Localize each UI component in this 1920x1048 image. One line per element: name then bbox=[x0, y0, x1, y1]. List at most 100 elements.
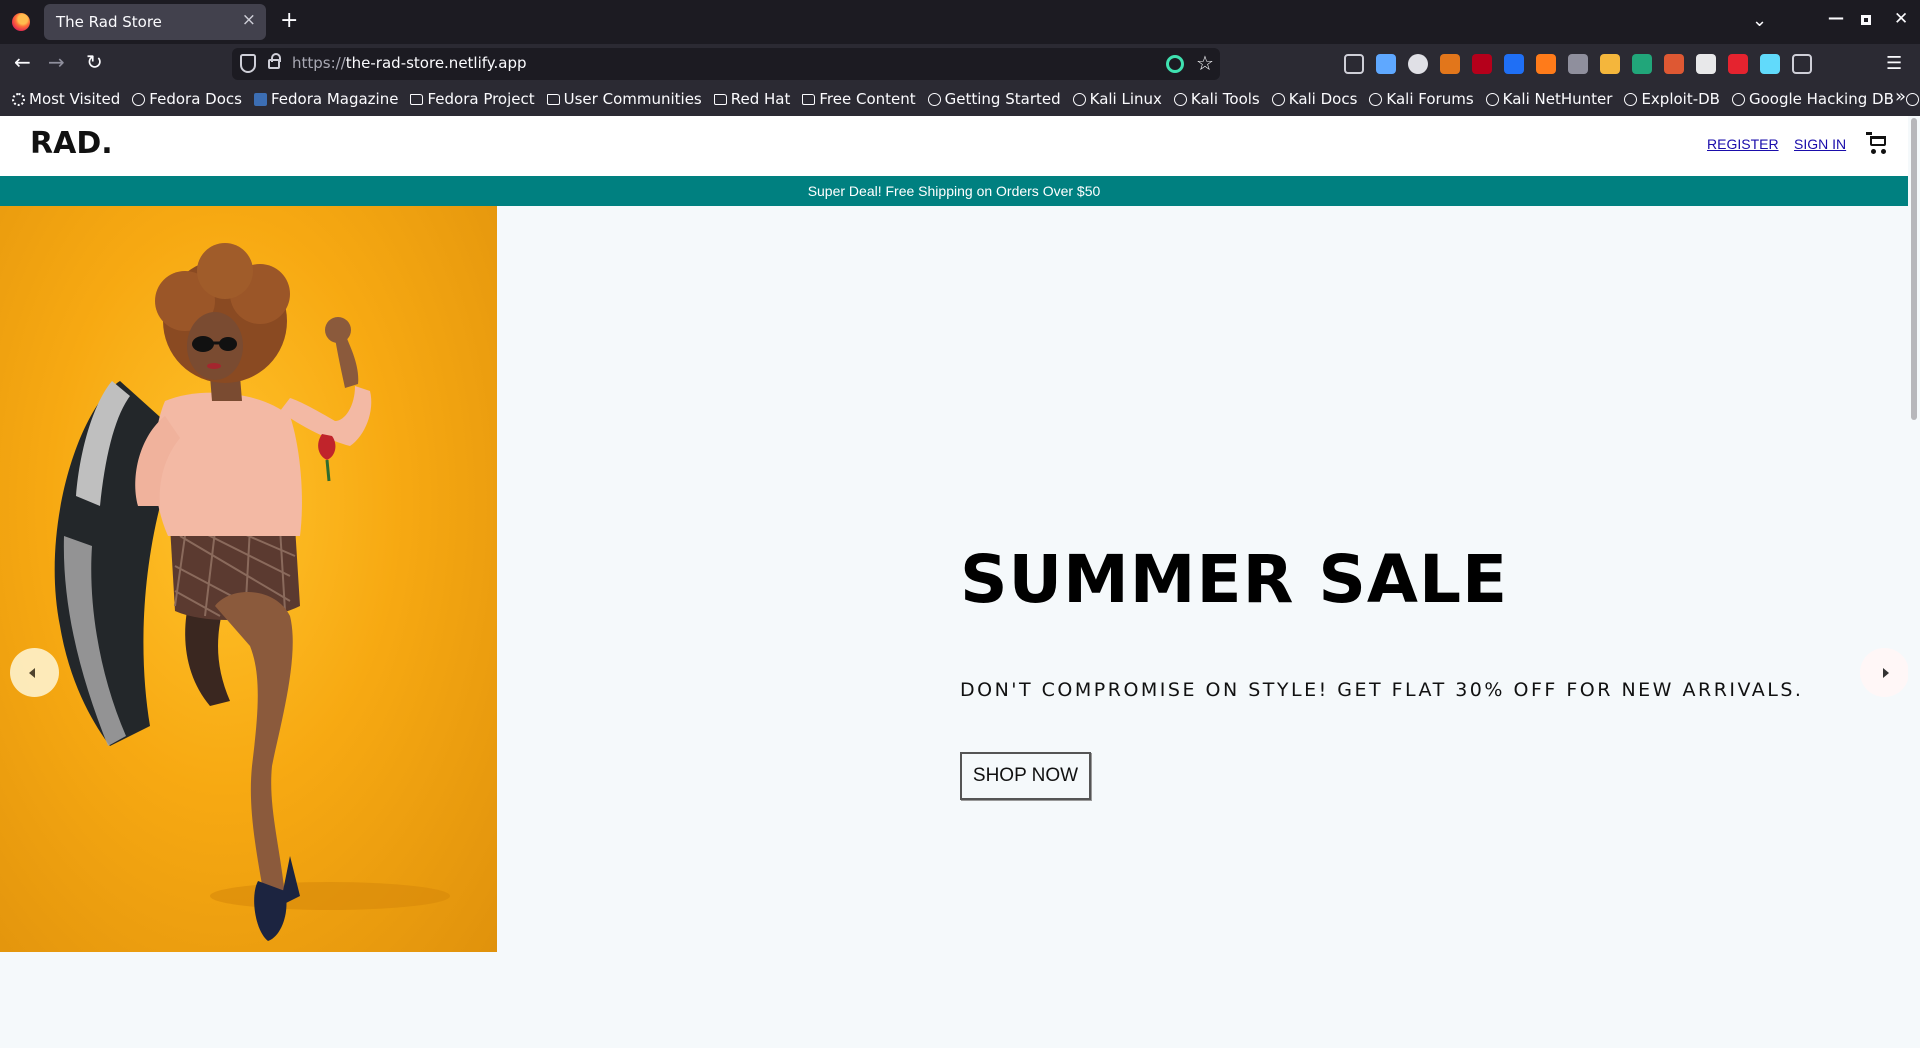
bookmark-item[interactable]: Free Content bbox=[802, 90, 916, 108]
register-link[interactable]: REGISTER bbox=[1707, 136, 1779, 152]
fox-extension-icon[interactable] bbox=[1536, 54, 1556, 74]
folder-icon bbox=[410, 93, 424, 105]
bookmark-label: Fedora Magazine bbox=[270, 90, 399, 108]
bookmark-label: User Communities bbox=[563, 90, 702, 108]
reload-icon[interactable]: ↻ bbox=[86, 52, 103, 72]
toolbar-extension-icons bbox=[1344, 54, 1812, 74]
globe-icon bbox=[1624, 92, 1638, 106]
red-extension-icon[interactable] bbox=[1728, 54, 1748, 74]
react-devtools-icon[interactable] bbox=[1760, 54, 1780, 74]
globe-icon bbox=[1271, 92, 1285, 106]
slide-model-image bbox=[0, 206, 497, 952]
bookmark-item[interactable]: Getting Started bbox=[927, 90, 1061, 108]
bookmark-item[interactable]: Fedora Docs bbox=[132, 90, 242, 108]
bookmark-item[interactable]: Exploit-DB bbox=[1624, 90, 1720, 108]
url-text[interactable]: https://the-rad-store.netlify.app bbox=[292, 54, 527, 72]
globe-icon bbox=[1485, 92, 1499, 106]
globe-icon bbox=[1072, 92, 1086, 106]
bookmark-item[interactable]: Kali NetHunter bbox=[1485, 90, 1613, 108]
cart-wheel bbox=[1871, 149, 1876, 154]
new-tab-button[interactable]: + bbox=[280, 8, 298, 33]
site-extension-icon[interactable] bbox=[1166, 55, 1184, 73]
bookmark-label: Google Hacking DB bbox=[1748, 90, 1894, 108]
browser-tab[interactable]: The Rad Store × bbox=[44, 4, 266, 40]
bookmark-label: Kali Tools bbox=[1190, 90, 1260, 108]
shopping-cart-icon[interactable] bbox=[1866, 132, 1888, 154]
page-scrollbar[interactable] bbox=[1908, 116, 1920, 1048]
ublock-icon[interactable] bbox=[1472, 54, 1492, 74]
globe-icon bbox=[927, 92, 941, 106]
slider-next-arrow-icon[interactable] bbox=[1860, 648, 1909, 697]
cart-body bbox=[1870, 136, 1886, 146]
cart-wheel bbox=[1881, 149, 1886, 154]
bookmark-item[interactable]: User Communities bbox=[546, 90, 702, 108]
tab-title: The Rad Store bbox=[56, 13, 162, 31]
pocket-icon[interactable] bbox=[1344, 54, 1364, 74]
forward-arrow-icon[interactable]: → bbox=[48, 52, 65, 72]
globe-icon bbox=[1905, 92, 1919, 106]
notes-extension-icon[interactable] bbox=[1600, 54, 1620, 74]
page-viewport: RAD. REGISTER SIGN IN Super Deal! Free S… bbox=[0, 116, 1920, 1048]
bookmark-label: Kali NetHunter bbox=[1502, 90, 1613, 108]
bookmark-item[interactable]: Kali Forums bbox=[1369, 90, 1474, 108]
scrollbar-thumb[interactable] bbox=[1911, 118, 1917, 420]
bookmarks-overflow-chevron-icon[interactable]: » bbox=[1895, 86, 1906, 107]
bookmark-label: Free Content bbox=[819, 90, 916, 108]
r-extension-icon[interactable] bbox=[1408, 54, 1428, 74]
duckduckgo-icon[interactable] bbox=[1664, 54, 1684, 74]
bookmark-star-icon[interactable]: ☆ bbox=[1196, 51, 1214, 75]
downloads-icon[interactable] bbox=[1376, 54, 1396, 74]
site-header: RAD. REGISTER SIGN IN bbox=[0, 116, 1908, 176]
sign-in-link[interactable]: SIGN IN bbox=[1794, 136, 1846, 152]
tab-close-icon[interactable]: × bbox=[242, 10, 256, 30]
bookmark-item[interactable]: OffSec bbox=[1905, 90, 1920, 108]
tab-list-chevron-icon[interactable]: ⌄ bbox=[1752, 10, 1767, 31]
gear-icon bbox=[12, 92, 25, 106]
bookmark-label: Kali Linux bbox=[1089, 90, 1162, 108]
window-maximize-button[interactable] bbox=[1861, 15, 1871, 25]
globe-icon bbox=[1369, 92, 1383, 106]
f-extension-icon[interactable] bbox=[1504, 54, 1524, 74]
bookmark-item[interactable]: Fedora Project bbox=[410, 90, 535, 108]
slider-prev-arrow-icon[interactable] bbox=[10, 648, 59, 697]
globe-icon bbox=[1173, 92, 1187, 106]
globe-icon bbox=[132, 92, 146, 106]
window-minimize-button[interactable]: — bbox=[1828, 8, 1844, 27]
bookmark-list: Most Visited Fedora Docs Fedora Magazine Fe… bbox=[12, 90, 1920, 108]
announcement-bar: Super Deal! Free Shipping on Orders Over… bbox=[0, 176, 1908, 206]
bookmark-item[interactable]: Most Visited bbox=[12, 90, 120, 108]
bookmark-item[interactable]: Fedora Magazine bbox=[253, 90, 399, 108]
globe-icon bbox=[1731, 92, 1745, 106]
slide-title: SUMMER SALE bbox=[960, 541, 1509, 618]
bookmark-label: Fedora Project bbox=[427, 90, 535, 108]
bookmark-item[interactable]: Google Hacking DB bbox=[1731, 90, 1894, 108]
bookmark-label: Getting Started bbox=[944, 90, 1061, 108]
bookmark-label: Red Hat bbox=[730, 90, 791, 108]
bookmark-label: Most Visited bbox=[29, 90, 121, 108]
hamburger-menu-icon[interactable]: ☰ bbox=[1886, 53, 1902, 74]
browser-navigation-bar: ← → ↻ https://the-rad-store.netlify.app … bbox=[0, 44, 1920, 84]
bookmark-label: Kali Forums bbox=[1386, 90, 1474, 108]
address-bar[interactable]: https://the-rad-store.netlify.app ☆ bbox=[232, 48, 1220, 80]
bookmark-item[interactable]: Red Hat bbox=[713, 90, 791, 108]
folder-icon bbox=[713, 93, 727, 105]
window-close-button[interactable]: ✕ bbox=[1894, 9, 1908, 29]
tweak-extension-icon[interactable] bbox=[1696, 54, 1716, 74]
folder-icon bbox=[546, 93, 560, 105]
bookmark-label: Fedora Docs bbox=[149, 90, 242, 108]
lock-icon[interactable] bbox=[268, 53, 281, 69]
bookmark-item[interactable]: Kali Linux bbox=[1072, 90, 1162, 108]
bookmarks-toolbar: Most Visited Fedora Docs Fedora Magazine Fe… bbox=[0, 84, 1920, 116]
bookmark-item[interactable]: Kali Tools bbox=[1173, 90, 1260, 108]
shop-now-button[interactable]: SHOP NOW bbox=[960, 752, 1091, 800]
bookmark-item[interactable]: Kali Docs bbox=[1271, 90, 1357, 108]
gray-extension-icon[interactable] bbox=[1568, 54, 1588, 74]
site-logo[interactable]: RAD. bbox=[30, 126, 113, 161]
metamask-icon[interactable] bbox=[1440, 54, 1460, 74]
folder-icon bbox=[802, 93, 816, 105]
tracking-shield-icon[interactable] bbox=[240, 54, 256, 73]
extensions-icon[interactable] bbox=[1792, 54, 1812, 74]
green-extension-icon[interactable] bbox=[1632, 54, 1652, 74]
back-arrow-icon[interactable]: ← bbox=[14, 52, 31, 72]
model-illustration bbox=[54, 243, 450, 941]
